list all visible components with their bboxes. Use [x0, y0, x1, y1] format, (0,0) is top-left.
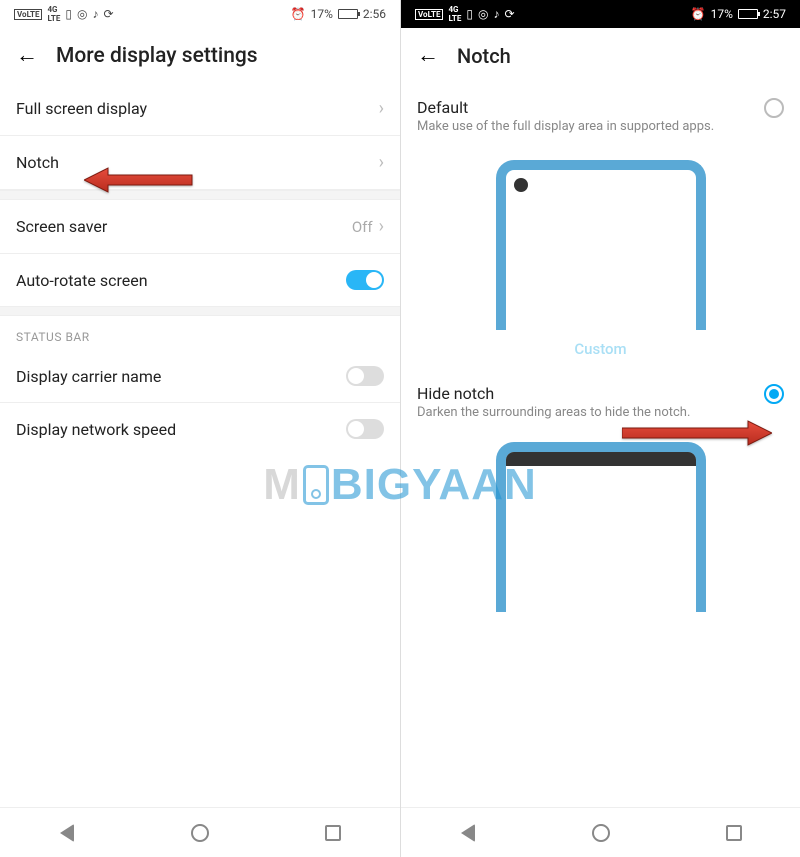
page-title: More display settings	[56, 44, 258, 68]
chevron-right-icon: ›	[379, 152, 384, 173]
row-title: Default	[417, 98, 754, 117]
battery-percent: 17%	[711, 7, 733, 21]
instagram-icon: ◎	[77, 8, 87, 20]
row-label: Display network speed	[16, 420, 176, 439]
screen-notch: VoLTE 4GLTE ▯ ◎ ♪ ⟳ ⏰ 17% 2:57 ← Notch D…	[400, 0, 800, 857]
tiktok-icon: ♪	[92, 8, 98, 20]
row-label: Full screen display	[16, 99, 147, 118]
nav-bar	[0, 807, 400, 857]
lte-icon: 4GLTE	[47, 5, 60, 23]
preview-hide-notch	[401, 438, 800, 616]
nav-bar	[401, 807, 800, 857]
row-label: Auto-rotate screen	[16, 271, 148, 290]
row-description: Make use of the full display area in sup…	[417, 119, 754, 136]
sync-icon: ⟳	[103, 8, 113, 20]
row-description: Darken the surrounding areas to hide the…	[417, 405, 754, 422]
row-auto-rotate: Auto-rotate screen	[0, 254, 400, 306]
phone-mock-punch-hole	[496, 160, 706, 330]
row-notch[interactable]: Notch ›	[0, 136, 400, 190]
battery-card-icon: ▯	[466, 8, 473, 20]
row-label: Display carrier name	[16, 367, 161, 386]
row-value: Off	[352, 218, 373, 236]
row-label: Screen saver	[16, 217, 107, 236]
radio-hide-notch[interactable]	[764, 384, 784, 404]
row-title: Hide notch	[417, 384, 754, 403]
back-icon[interactable]: ←	[16, 45, 38, 67]
chevron-right-icon: ›	[379, 98, 384, 119]
volte-icon: VoLTE	[415, 9, 443, 20]
row-hide-notch[interactable]: Hide notch Darken the surrounding areas …	[401, 368, 800, 438]
chevron-right-icon: ›	[379, 216, 384, 237]
phone-mock-hidden-notch	[496, 442, 706, 612]
section-divider	[0, 190, 400, 200]
screen-more-display-settings: VoLTE 4GLTE ▯ ◎ ♪ ⟳ ⏰ 17% 2:56 ← More di…	[0, 0, 400, 857]
alarm-icon: ⏰	[691, 8, 706, 20]
clock-time: 2:57	[763, 7, 786, 21]
row-display-network-speed: Display network speed	[0, 403, 400, 455]
darkened-bar	[506, 452, 696, 466]
nav-back-icon[interactable]	[457, 822, 479, 844]
nav-recent-icon[interactable]	[723, 822, 745, 844]
volte-icon: VoLTE	[14, 9, 42, 20]
section-divider	[0, 306, 400, 316]
nav-home-icon[interactable]	[590, 822, 612, 844]
nav-home-icon[interactable]	[189, 822, 211, 844]
status-bar: VoLTE 4GLTE ▯ ◎ ♪ ⟳ ⏰ 17% 2:57	[401, 0, 800, 28]
header: ← Notch	[401, 28, 800, 82]
battery-percent: 17%	[311, 7, 333, 21]
toggle-carrier-name[interactable]	[346, 366, 384, 386]
row-display-carrier-name: Display carrier name	[0, 350, 400, 403]
custom-label: Custom	[401, 334, 800, 368]
radio-default[interactable]	[764, 98, 784, 118]
nav-recent-icon[interactable]	[322, 822, 344, 844]
section-header-status-bar: STATUS BAR	[0, 316, 400, 350]
tiktok-icon: ♪	[493, 8, 499, 20]
punch-hole-icon	[514, 178, 528, 192]
alarm-icon: ⏰	[291, 8, 306, 20]
instagram-icon: ◎	[478, 8, 488, 20]
row-label: Notch	[16, 153, 59, 172]
sync-icon: ⟳	[504, 8, 514, 20]
row-full-screen-display[interactable]: Full screen display ›	[0, 82, 400, 136]
lte-icon: 4GLTE	[448, 5, 461, 23]
row-default[interactable]: Default Make use of the full display are…	[401, 82, 800, 152]
row-screen-saver[interactable]: Screen saver Off ›	[0, 200, 400, 254]
preview-default	[401, 152, 800, 334]
page-title: Notch	[457, 44, 511, 68]
status-bar: VoLTE 4GLTE ▯ ◎ ♪ ⟳ ⏰ 17% 2:56	[0, 0, 400, 28]
battery-card-icon: ▯	[65, 8, 72, 20]
clock-time: 2:56	[363, 7, 386, 21]
battery-icon	[338, 9, 358, 19]
nav-back-icon[interactable]	[56, 822, 78, 844]
toggle-auto-rotate[interactable]	[346, 270, 384, 290]
back-icon[interactable]: ←	[417, 45, 439, 67]
toggle-network-speed[interactable]	[346, 419, 384, 439]
battery-icon	[738, 9, 758, 19]
header: ← More display settings	[0, 28, 400, 82]
